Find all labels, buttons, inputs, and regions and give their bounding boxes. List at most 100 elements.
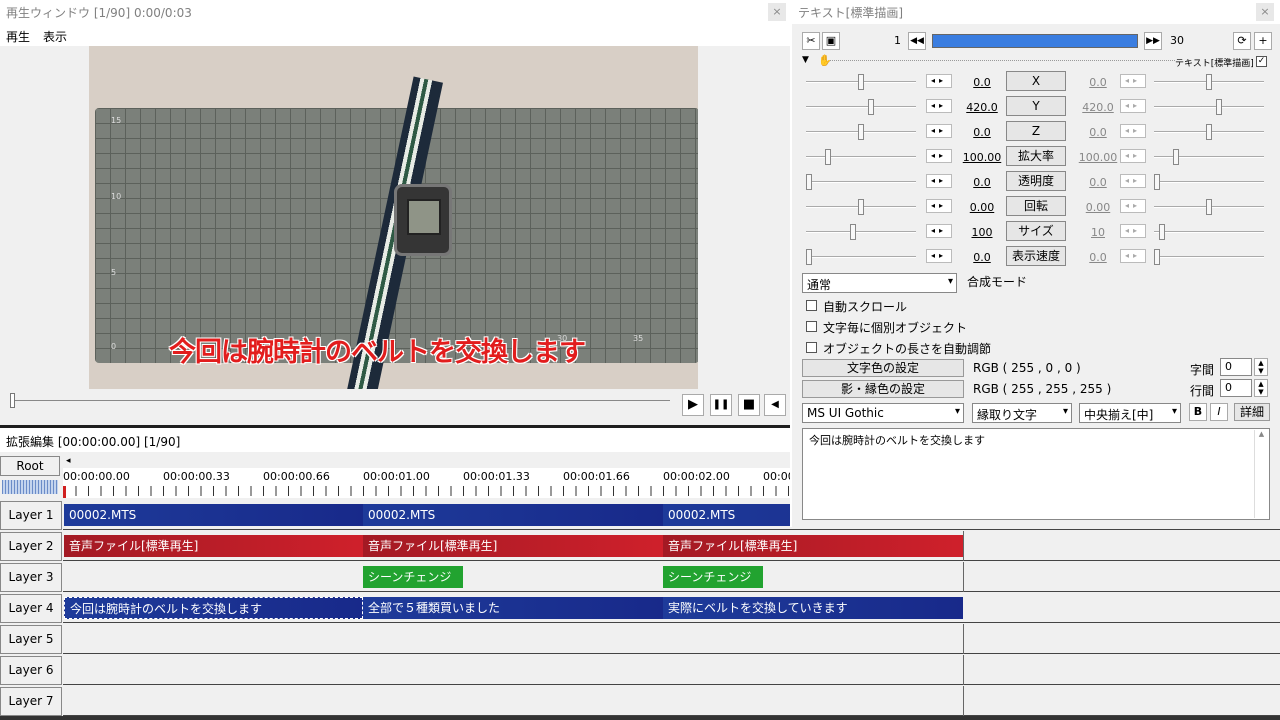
menu-view[interactable]: 表示	[43, 28, 67, 45]
slider-thumb[interactable]	[1206, 124, 1212, 140]
param-value-start[interactable]: 0.0	[962, 126, 1002, 139]
param-value-end[interactable]: 0.0	[1078, 251, 1118, 264]
param-value-end[interactable]: 0.0	[1078, 176, 1118, 189]
blend-mode-select[interactable]: 通常	[802, 273, 957, 293]
font-select[interactable]: MS UI Gothic	[802, 403, 964, 423]
sound-button[interactable]: ◀	[764, 394, 786, 416]
track-5[interactable]	[63, 624, 1280, 654]
layer-label-7[interactable]: Layer 7	[0, 687, 62, 716]
param-arrows-end[interactable]: ◂▸	[1120, 124, 1146, 138]
text-scrollbar[interactable]: ▲	[1254, 430, 1268, 518]
param-slider-end[interactable]	[1154, 249, 1264, 265]
next-frame-icon[interactable]: ▶▶	[1144, 32, 1162, 50]
param-button[interactable]: Y	[1006, 96, 1066, 116]
param-slider-start[interactable]	[806, 174, 916, 190]
char-spacing-spinner[interactable]: ▲ ▼	[1254, 358, 1268, 376]
split-icon[interactable]: ✂	[802, 32, 820, 50]
param-arrows-end[interactable]: ◂▸	[1120, 199, 1146, 213]
param-slider-end[interactable]	[1154, 74, 1264, 90]
detail-button[interactable]: 詳細	[1234, 403, 1270, 421]
text-clip[interactable]: 実際にベルトを交換していきます	[663, 597, 963, 619]
param-slider-start[interactable]	[806, 224, 916, 240]
scroll-left-icon[interactable]: ◂	[63, 456, 790, 468]
slider-thumb[interactable]	[806, 249, 812, 265]
shadow-color-button[interactable]: 影・縁色の設定	[802, 380, 964, 398]
param-slider-end[interactable]	[1154, 199, 1264, 215]
param-arrows-end[interactable]: ◂▸	[1120, 174, 1146, 188]
param-arrows-end[interactable]: ◂▸	[1120, 99, 1146, 113]
text-panel-close-button[interactable]: ×	[1256, 3, 1274, 21]
param-value-start[interactable]: 0.0	[962, 176, 1002, 189]
play-button[interactable]: ▶	[682, 394, 704, 416]
line-spacing-input[interactable]: 0	[1220, 379, 1252, 397]
slider-thumb[interactable]	[1154, 174, 1160, 190]
sync-icon[interactable]: ⟳	[1233, 32, 1251, 50]
param-value-end[interactable]: 10	[1078, 226, 1118, 239]
param-value-end[interactable]: 100.00	[1078, 151, 1118, 164]
param-button[interactable]: 透明度	[1006, 171, 1066, 191]
layer-label-2[interactable]: Layer 2	[0, 532, 62, 561]
param-value-start[interactable]: 100	[962, 226, 1002, 239]
param-slider-start[interactable]	[806, 124, 916, 140]
slider-thumb[interactable]	[868, 99, 875, 115]
object-enable-checkbox[interactable]: ✓	[1256, 56, 1267, 67]
param-value-start[interactable]: 0.0	[962, 76, 1002, 89]
param-arrows-end[interactable]: ◂▸	[1120, 224, 1146, 238]
param-arrows-start[interactable]: ◂▸	[926, 99, 952, 113]
slider-thumb[interactable]	[858, 124, 864, 140]
param-slider-start[interactable]	[806, 149, 916, 165]
align-select[interactable]: 中央揃え[中]	[1079, 403, 1181, 423]
stop-button[interactable]: ■	[738, 394, 760, 416]
slider-thumb[interactable]	[858, 74, 864, 90]
layer-label-5[interactable]: Layer 5	[0, 625, 62, 654]
track-4[interactable]: 今回は腕時計のベルトを交換します 全部で５種類買いました 実際にベルトを交換して…	[63, 593, 1280, 623]
char-spacing-input[interactable]: 0	[1220, 358, 1252, 376]
slider-thumb[interactable]	[1206, 74, 1212, 90]
param-arrows-start[interactable]: ◂▸	[926, 224, 952, 238]
param-arrows-end[interactable]: ◂▸	[1120, 74, 1146, 88]
playhead[interactable]	[63, 486, 66, 498]
param-button[interactable]: サイズ	[1006, 221, 1066, 241]
text-clip[interactable]: 全部で５種類買いました	[363, 597, 663, 619]
per-char-object-checkbox[interactable]	[806, 321, 817, 332]
bold-button[interactable]: B	[1189, 403, 1207, 421]
playback-close-button[interactable]: ×	[768, 3, 786, 21]
param-arrows-start[interactable]: ◂▸	[926, 149, 952, 163]
timeline-ruler[interactable]: 00:00:00.00 00:00:00.33 00:00:00.66 00:0…	[63, 468, 795, 498]
param-value-end[interactable]: 0.0	[1078, 126, 1118, 139]
param-slider-start[interactable]	[806, 249, 916, 265]
param-arrows-end[interactable]: ◂▸	[1120, 149, 1146, 163]
track-7[interactable]	[63, 686, 1280, 716]
param-slider-end[interactable]	[1154, 149, 1264, 165]
menu-play[interactable]: 再生	[6, 28, 30, 45]
param-slider-start[interactable]	[806, 74, 916, 90]
param-slider-end[interactable]	[1154, 224, 1264, 240]
slider-thumb[interactable]	[1216, 99, 1223, 115]
text-clip-selected[interactable]: 今回は腕時計のベルトを交換します	[64, 597, 363, 619]
param-arrows-start[interactable]: ◂▸	[926, 174, 952, 188]
line-spacing-spinner[interactable]: ▲ ▼	[1254, 379, 1268, 397]
track-6[interactable]	[63, 655, 1280, 685]
param-value-start[interactable]: 0.0	[962, 251, 1002, 264]
layer-label-3[interactable]: Layer 3	[0, 563, 62, 592]
slider-thumb[interactable]	[1159, 224, 1166, 240]
param-slider-end[interactable]	[1154, 124, 1264, 140]
text-input-area[interactable]: 今回は腕時計のベルトを交換します	[802, 428, 1270, 520]
track-2[interactable]: 音声ファイル[標準再生] 音声ファイル[標準再生] 音声ファイル[標準再生]	[63, 531, 1280, 561]
frame-range-bar[interactable]	[932, 34, 1138, 48]
camera-icon[interactable]: ▣	[822, 32, 840, 50]
layer-label-4[interactable]: Layer 4	[0, 594, 62, 623]
decoration-select[interactable]: 縁取り文字	[972, 403, 1072, 423]
slider-thumb[interactable]	[806, 174, 812, 190]
seek-bar[interactable]	[10, 393, 670, 408]
param-slider-end[interactable]	[1154, 99, 1264, 115]
video-clip[interactable]: 00002.MTS	[64, 504, 363, 526]
param-arrows-start[interactable]: ◂▸	[926, 124, 952, 138]
param-button[interactable]: 拡大率	[1006, 146, 1066, 166]
italic-button[interactable]: I	[1210, 403, 1228, 421]
param-arrows-start[interactable]: ◂▸	[926, 249, 952, 263]
add-filter-icon[interactable]: +	[1254, 32, 1272, 50]
param-arrows-start[interactable]: ◂▸	[926, 199, 952, 213]
param-value-end[interactable]: 420.0	[1078, 101, 1118, 114]
param-slider-end[interactable]	[1154, 174, 1264, 190]
